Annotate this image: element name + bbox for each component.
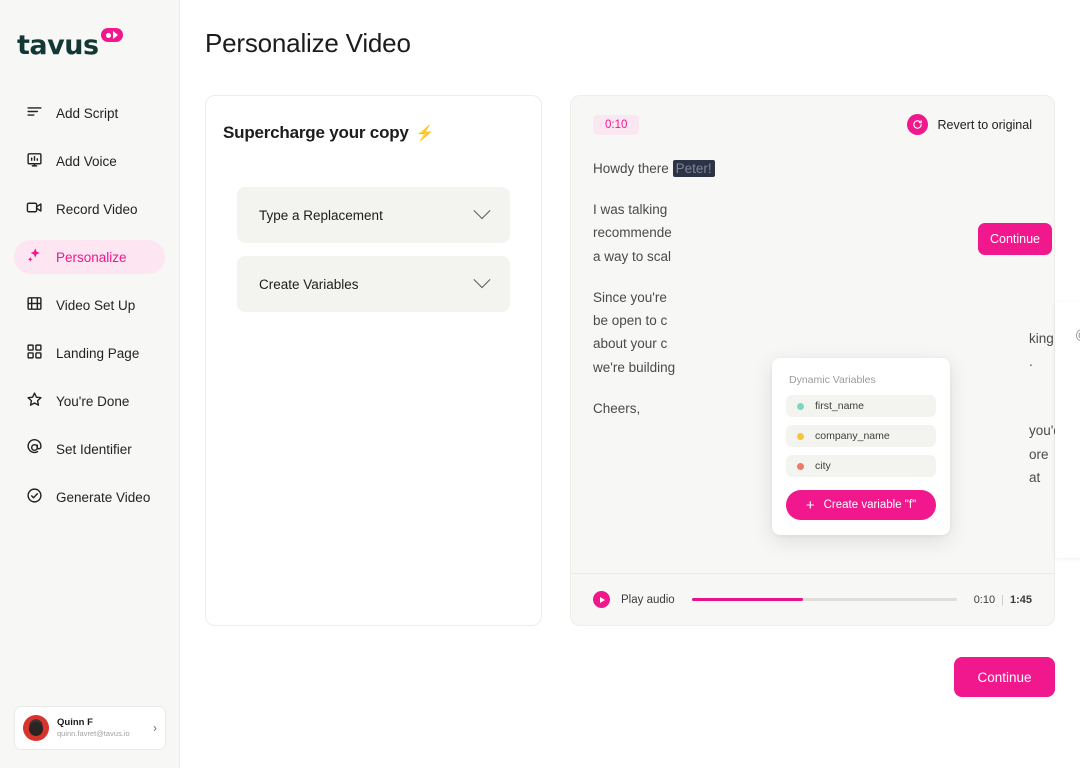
create-variable-button[interactable]: + Create variable "f"	[786, 490, 936, 520]
plus-icon: +	[805, 496, 815, 514]
audio-player: Play audio 0:10 | 1:45	[571, 573, 1054, 625]
avatar	[23, 715, 49, 741]
film-icon	[26, 295, 43, 315]
logo-text: tavus	[17, 30, 99, 61]
sidebar-item-record-video[interactable]: Record Video	[14, 192, 165, 226]
supercharge-card: Supercharge your copy ⚡ Type a Replaceme…	[205, 95, 542, 626]
sidebar-nav: Add Script Add Voice Record Video Person…	[0, 96, 179, 514]
sidebar-item-youre-done[interactable]: You're Done	[14, 384, 165, 418]
sidebar-item-personalize[interactable]: Personalize	[14, 240, 165, 274]
sparkles-icon	[26, 247, 43, 267]
video-camera-icon	[26, 199, 43, 219]
variable-color-dot-icon	[797, 462, 804, 470]
app-root: tavus Add Script Add Voice Record Video …	[0, 0, 1080, 768]
script-paragraph-greeting: Howdy there Peter!	[593, 157, 1032, 180]
time-separator: |	[1001, 593, 1004, 606]
script-line: a way to scal	[593, 248, 672, 264]
user-name: Quinn F	[57, 717, 93, 729]
create-variable-label: Create variable "f"	[823, 499, 917, 511]
sidebar-item-label: Add Script	[56, 105, 119, 121]
script-line: about your c	[593, 336, 668, 352]
chevron-right-icon: ›	[153, 721, 157, 735]
at-icon	[26, 439, 43, 459]
dynamic-variables-title: Dynamic Variables	[789, 374, 876, 386]
variable-name: city	[815, 460, 831, 472]
variable-color-dot-icon	[797, 402, 804, 410]
mention-editor-overlay: @f	[1055, 302, 1080, 558]
sidebar-item-label: Video Set Up	[56, 297, 136, 313]
star-icon	[26, 391, 43, 411]
sidebar-item-video-set-up[interactable]: Video Set Up	[14, 288, 165, 322]
accordion-label: Create Variables	[259, 276, 359, 292]
logo[interactable]: tavus	[0, 0, 179, 70]
script-paragraph-2: I was talking recommende a way to scal	[593, 198, 1032, 268]
logo-play-badge-icon	[100, 28, 123, 42]
refresh-icon	[906, 114, 928, 135]
sidebar-item-landing-page[interactable]: Landing Page	[14, 336, 165, 370]
variable-option-city[interactable]: city	[786, 455, 936, 477]
sidebar-item-label: Landing Page	[56, 345, 140, 361]
script-line: be open to c	[593, 313, 668, 329]
variable-option-company-name[interactable]: company_name	[786, 425, 936, 447]
sidebar-item-add-voice[interactable]: Add Voice	[14, 144, 165, 178]
dynamic-variables-popup: Dynamic Variables first_name company_nam…	[772, 358, 950, 535]
current-time: 0:10	[973, 593, 996, 606]
play-audio-label: Play audio	[621, 593, 675, 606]
check-circle-icon	[26, 487, 43, 507]
sidebar-item-add-script[interactable]: Add Script	[14, 96, 165, 130]
continue-button[interactable]: Continue	[954, 657, 1055, 697]
sidebar-item-label: Personalize	[56, 249, 127, 265]
variable-option-first-name[interactable]: first_name	[786, 395, 936, 417]
audio-times: 0:10 | 1:45	[974, 594, 1032, 606]
main-content: Personalize Video Supercharge your copy …	[180, 0, 1080, 768]
mention-input[interactable]: @f	[1055, 302, 1080, 342]
sidebar-item-label: Record Video	[56, 201, 138, 217]
user-meta: Quinn F quinn.favret@tavus.io	[57, 717, 145, 739]
chevron-down-icon	[473, 202, 491, 220]
chevron-down-icon	[473, 271, 491, 289]
greeting-prefix: Howdy there	[593, 161, 669, 176]
panels-row: Supercharge your copy ⚡ Type a Replaceme…	[205, 95, 1080, 626]
selected-variable-token[interactable]: Peter!	[672, 160, 715, 177]
accordion-label: Type a Replacement	[259, 207, 383, 223]
script-editor-header: 0:10 Revert to original	[571, 96, 1054, 135]
accordion-type-a-replacement[interactable]: Type a Replacement	[237, 187, 510, 243]
audio-progress-fill	[691, 598, 803, 601]
sidebar: tavus Add Script Add Voice Record Video …	[0, 0, 180, 768]
user-email: quinn.favret@tavus.io	[57, 729, 130, 739]
lines-icon	[26, 103, 43, 123]
script-line: Since you're	[593, 289, 667, 305]
variable-color-dot-icon	[797, 432, 804, 440]
script-line: I was talking	[593, 202, 668, 218]
script-line: recommende	[593, 225, 672, 241]
user-account-card[interactable]: Quinn F quinn.favret@tavus.io ›	[14, 706, 166, 750]
script-line: we're building	[593, 359, 676, 375]
play-icon[interactable]	[593, 591, 610, 608]
sidebar-item-label: Add Voice	[56, 153, 117, 169]
sidebar-item-label: Generate Video	[56, 489, 151, 505]
waveform-icon	[26, 151, 43, 171]
sidebar-item-label: You're Done	[56, 393, 130, 409]
sidebar-item-label: Set Identifier	[56, 441, 132, 457]
lightning-bolt-icon: ⚡	[415, 125, 435, 142]
page-title: Personalize Video	[205, 28, 411, 58]
revert-to-original-button[interactable]: Revert to original	[906, 114, 1033, 135]
supercharge-title-row: Supercharge your copy ⚡	[223, 123, 524, 143]
duration-badge: 0:10	[593, 114, 640, 135]
variable-name: company_name	[815, 430, 890, 442]
total-time: 1:45	[1009, 593, 1032, 606]
supercharge-title: Supercharge your copy	[223, 123, 409, 142]
grid-icon	[26, 343, 43, 363]
sidebar-item-set-identifier[interactable]: Set Identifier	[14, 432, 165, 466]
revert-label: Revert to original	[937, 117, 1033, 132]
variable-name: first_name	[815, 400, 865, 412]
accordion-create-variables[interactable]: Create Variables	[237, 256, 510, 312]
sidebar-item-generate-video[interactable]: Generate Video	[14, 480, 165, 514]
audio-progress-slider[interactable]	[691, 598, 957, 601]
script-editor-card: 0:10 Revert to original Howdy there Pete…	[570, 95, 1080, 626]
overlay-continue-button[interactable]: Continue	[978, 223, 1052, 255]
